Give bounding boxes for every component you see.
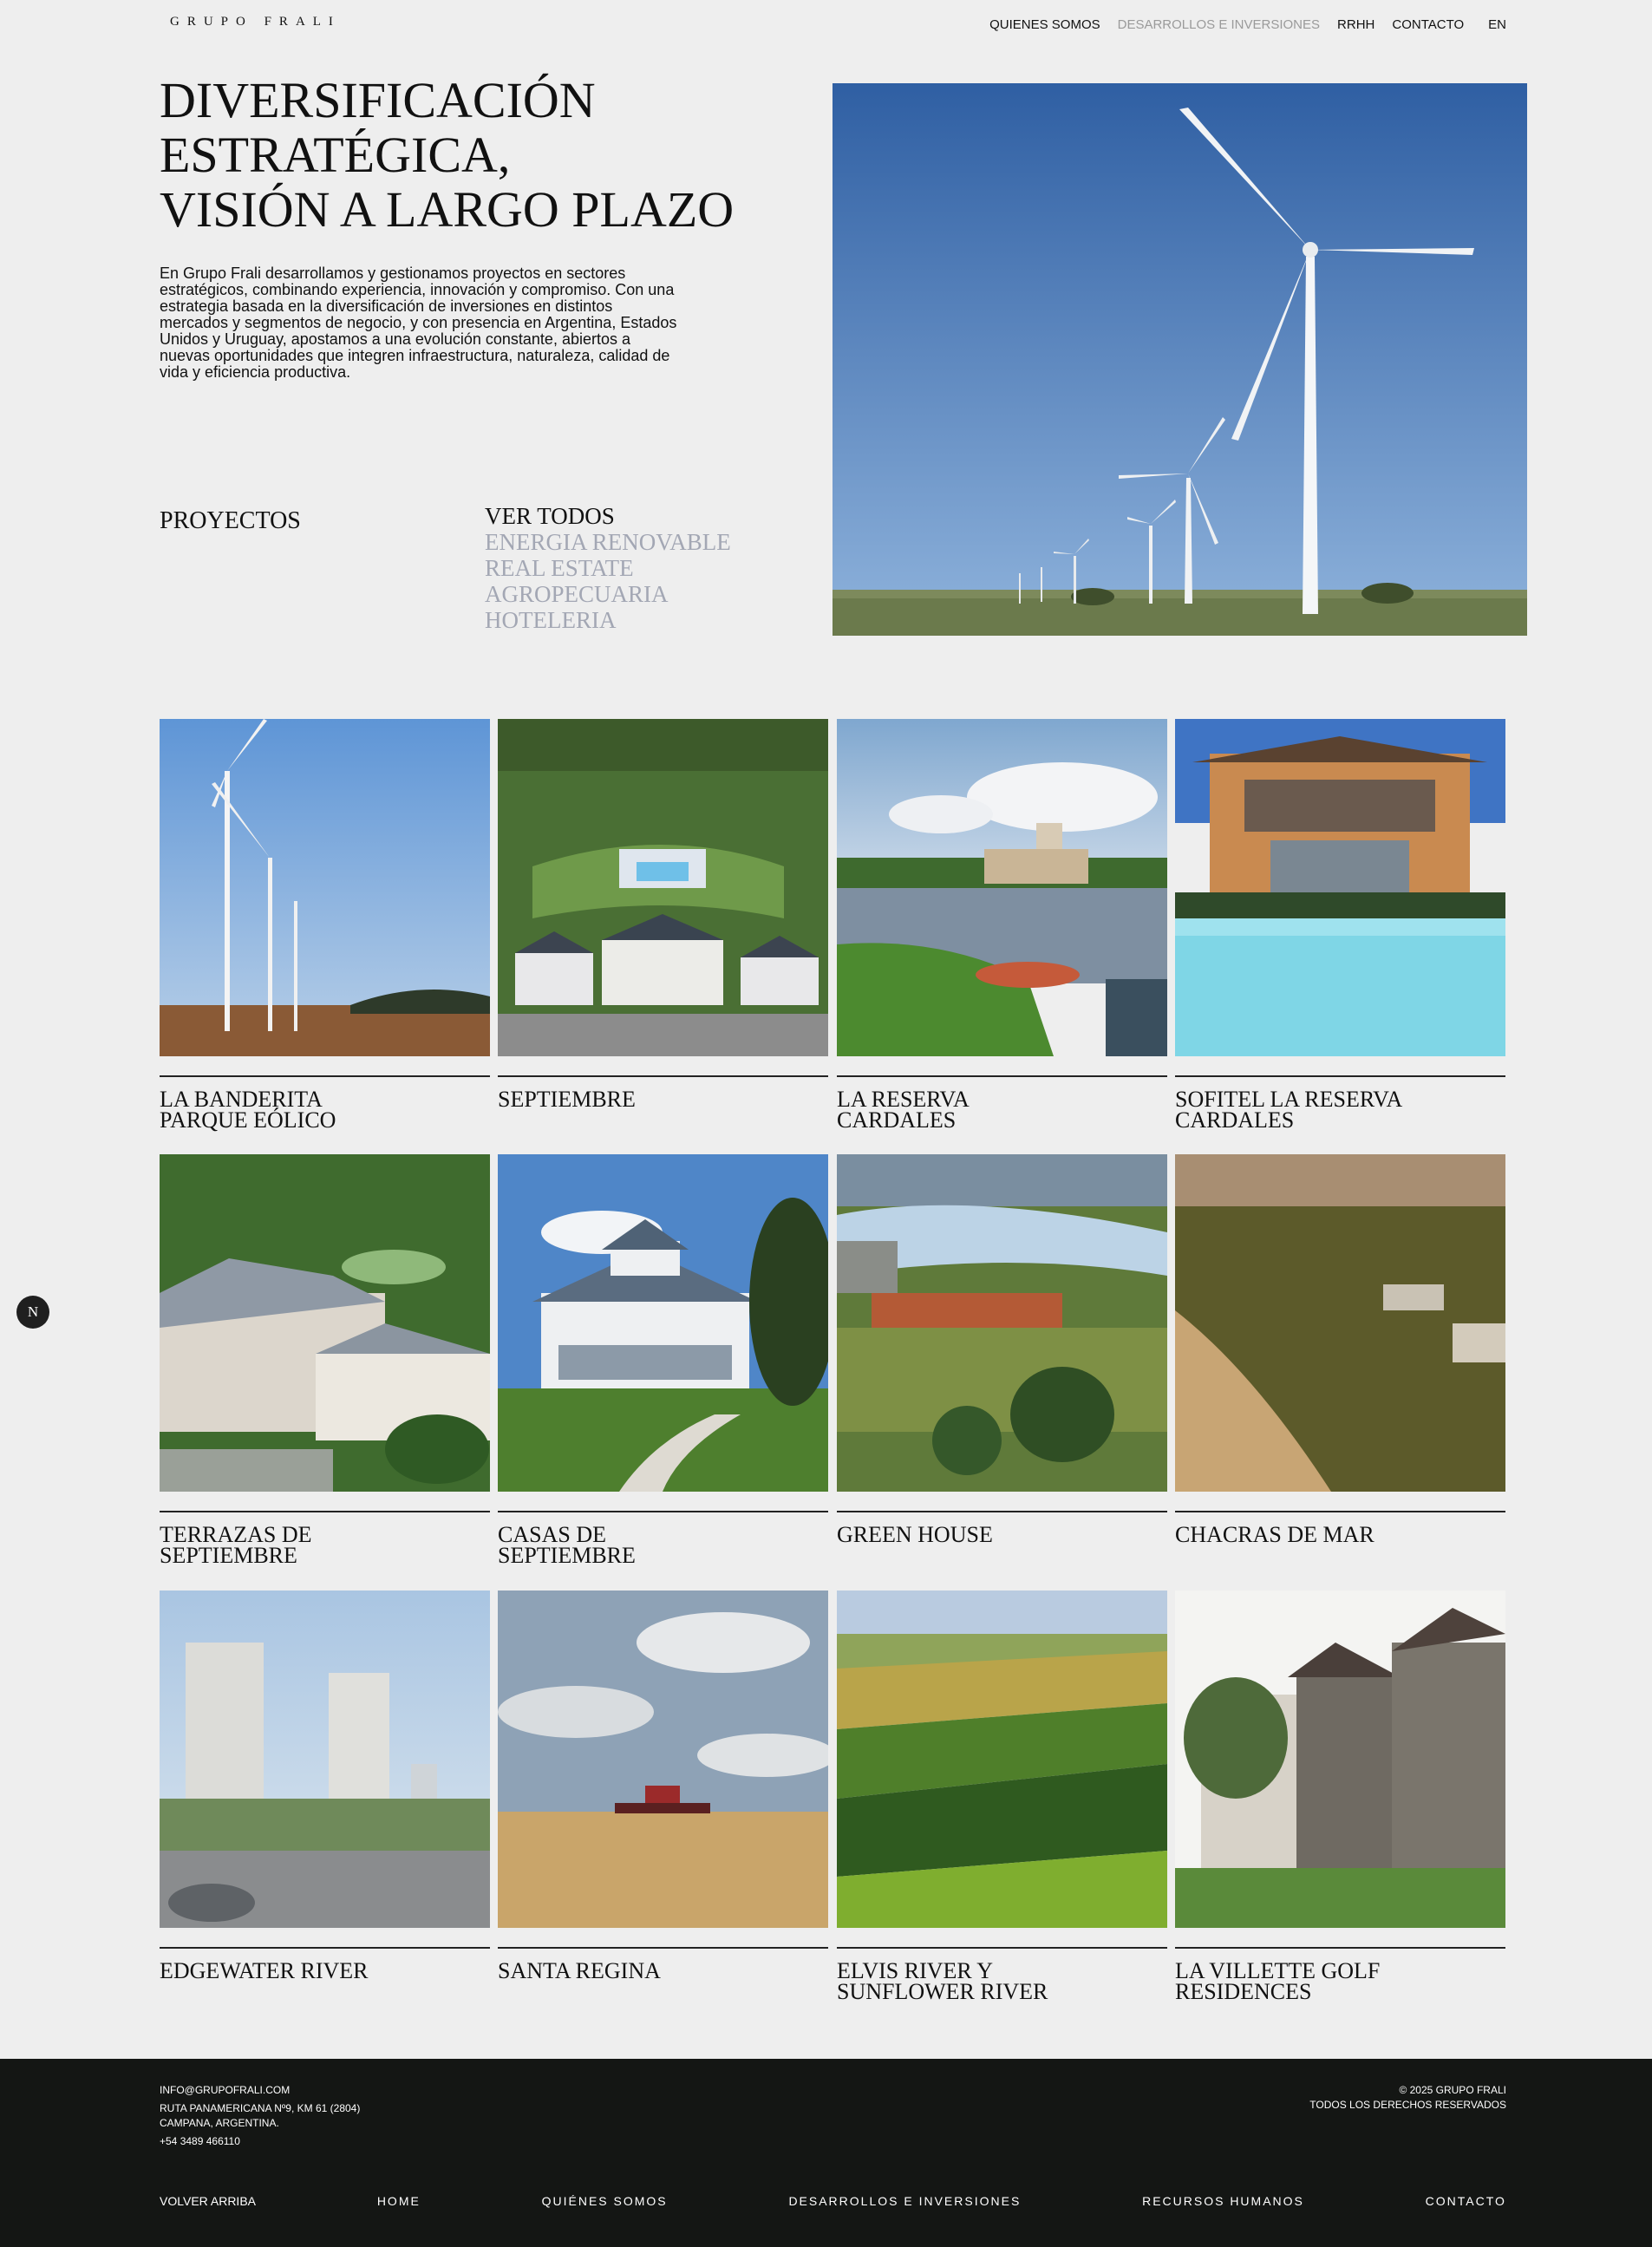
- hero-title: DIVERSIFICACIÓN ESTRATÉGICA, VISIÓN A LA…: [160, 73, 819, 237]
- project-title-line: PARQUE EÓLICO: [160, 1107, 336, 1133]
- footer-contact: INFO@GRUPOFRALI.COM RUTA PANAMERICANA Nº…: [160, 2083, 360, 2152]
- project-image: [1175, 1591, 1505, 1928]
- hero-title-line: VISIÓN A LARGO PLAZO: [160, 181, 735, 238]
- card-divider: [160, 1075, 490, 1077]
- card-divider: [1175, 1947, 1505, 1949]
- project-title-line: CARDALES: [1175, 1107, 1295, 1133]
- projects-label: PROYECTOS: [160, 507, 301, 534]
- project-image: [498, 719, 828, 1056]
- project-title-line: SANTA REGINA: [498, 1958, 661, 1983]
- project-title-line: RESIDENCES: [1175, 1979, 1312, 2004]
- copyright-text: © 2025 GRUPO FRALI: [1399, 2084, 1506, 2096]
- project-card-la-banderita[interactable]: LA BANDERITA PARQUE EÓLICO: [160, 719, 490, 1133]
- main-nav: QUIENES SOMOS DESARROLLOS E INVERSIONES …: [989, 17, 1506, 32]
- hero-title-line: ESTRATÉGICA,: [160, 127, 511, 183]
- hero-description: En Grupo Frali desarrollamos y gestionam…: [160, 265, 677, 381]
- project-title-line: SEPTIEMBRE: [498, 1543, 636, 1568]
- project-card-chacras-de-mar[interactable]: CHACRAS DE MAR: [1175, 1154, 1505, 1547]
- project-image: [1175, 719, 1505, 1056]
- footer-link-contacto[interactable]: CONTACTO: [1426, 2194, 1506, 2208]
- project-title-line: SUNFLOWER RIVER: [837, 1979, 1048, 2004]
- project-title-line: GREEN HOUSE: [837, 1522, 993, 1547]
- nav-quienes-somos[interactable]: QUIENES SOMOS: [989, 17, 1100, 32]
- card-divider: [837, 1947, 1167, 1949]
- card-divider: [837, 1075, 1167, 1077]
- project-card-santa-regina[interactable]: SANTA REGINA: [498, 1591, 828, 1982]
- project-title: SEPTIEMBRE: [498, 1087, 828, 1112]
- project-title: LA BANDERITA PARQUE EÓLICO: [160, 1088, 490, 1133]
- project-card-sofitel[interactable]: SOFITEL LA RESERVA CARDALES: [1175, 719, 1505, 1133]
- filter-real-estate[interactable]: REAL ESTATE: [485, 555, 731, 581]
- floating-n-badge[interactable]: N: [16, 1296, 49, 1329]
- project-image: [837, 1154, 1167, 1492]
- footer-copyright: © 2025 GRUPO FRALI TODOS LOS DERECHOS RE…: [1309, 2083, 1506, 2113]
- project-card-septiembre[interactable]: SEPTIEMBRE: [498, 719, 828, 1112]
- project-title-line: EDGEWATER RIVER: [160, 1958, 369, 1983]
- project-title-line: SEPTIEMBRE: [160, 1543, 297, 1568]
- footer-link-home[interactable]: HOME: [377, 2194, 421, 2208]
- footer-links: VOLVER ARRIBA HOME QUIÉNES SOMOS DESARRO…: [160, 2194, 1506, 2208]
- footer-link-recursos-humanos[interactable]: RECURSOS HUMANOS: [1142, 2194, 1304, 2208]
- footer-address-line: CAMPANA, ARGENTINA.: [160, 2117, 279, 2129]
- project-title-line: SEPTIEMBRE: [498, 1087, 636, 1112]
- filter-agropecuaria[interactable]: AGROPECUARIA: [485, 581, 731, 607]
- project-image: [498, 1591, 828, 1928]
- project-title: ELVIS RIVER Y SUNFLOWER RIVER: [837, 1960, 1167, 2004]
- project-card-green-house[interactable]: GREEN HOUSE: [837, 1154, 1167, 1547]
- project-title: LA VILLETTE GOLF RESIDENCES: [1175, 1960, 1505, 2004]
- project-card-terrazas-de-septiembre[interactable]: TERRAZAS DE SEPTIEMBRE: [160, 1154, 490, 1568]
- project-image: [160, 1591, 490, 1928]
- card-divider: [498, 1947, 828, 1949]
- filter-energia-renovable[interactable]: ENERGIA RENOVABLE: [485, 529, 731, 555]
- footer: INFO@GRUPOFRALI.COM RUTA PANAMERICANA Nº…: [0, 2059, 1652, 2247]
- project-title: CASAS DE SEPTIEMBRE: [498, 1524, 828, 1568]
- card-divider: [498, 1511, 828, 1512]
- footer-phone[interactable]: +54 3489 466110: [160, 2134, 360, 2149]
- card-divider: [1175, 1075, 1505, 1077]
- project-title: SANTA REGINA: [498, 1958, 828, 1983]
- footer-link-desarrollos[interactable]: DESARROLLOS E INVERSIONES: [788, 2194, 1021, 2208]
- project-title: CHACRAS DE MAR: [1175, 1522, 1505, 1547]
- nav-contacto[interactable]: CONTACTO: [1392, 17, 1464, 32]
- hero-title-line: DIVERSIFICACIÓN: [160, 72, 596, 128]
- brand-logo[interactable]: GRUPO FRALI: [170, 15, 341, 29]
- language-toggle[interactable]: EN: [1488, 17, 1506, 32]
- project-title: TERRAZAS DE SEPTIEMBRE: [160, 1524, 490, 1568]
- project-title-line: CARDALES: [837, 1107, 957, 1133]
- card-divider: [160, 1947, 490, 1949]
- project-image: [498, 1154, 828, 1492]
- project-card-la-villette[interactable]: LA VILLETTE GOLF RESIDENCES: [1175, 1591, 1505, 2004]
- nav-rrhh[interactable]: RRHH: [1337, 17, 1374, 32]
- project-image: [160, 719, 490, 1056]
- footer-link-volver-arriba[interactable]: VOLVER ARRIBA: [160, 2194, 256, 2208]
- footer-address-line: RUTA PANAMERICANA Nº9, KM 61 (2804): [160, 2102, 361, 2114]
- project-image: [837, 1591, 1167, 1928]
- footer-link-quienes-somos[interactable]: QUIÉNES SOMOS: [542, 2194, 668, 2208]
- card-divider: [498, 1075, 828, 1077]
- project-title: SOFITEL LA RESERVA CARDALES: [1175, 1088, 1505, 1133]
- card-divider: [1175, 1511, 1505, 1512]
- project-title-line: CHACRAS DE MAR: [1175, 1522, 1374, 1547]
- project-card-elvis-river[interactable]: ELVIS RIVER Y SUNFLOWER RIVER: [837, 1591, 1167, 2004]
- project-card-edgewater-river[interactable]: EDGEWATER RIVER: [160, 1591, 490, 1982]
- project-title: LA RESERVA CARDALES: [837, 1088, 1167, 1133]
- project-card-casas-de-septiembre[interactable]: CASAS DE SEPTIEMBRE: [498, 1154, 828, 1568]
- nav-desarrollos[interactable]: DESARROLLOS E INVERSIONES: [1118, 17, 1320, 32]
- footer-address: RUTA PANAMERICANA Nº9, KM 61 (2804) CAMP…: [160, 2101, 360, 2131]
- project-image: [837, 719, 1167, 1056]
- card-divider: [160, 1511, 490, 1512]
- filter-hoteleria[interactable]: HOTELERIA: [485, 607, 731, 633]
- project-image: [1175, 1154, 1505, 1492]
- rights-text: TODOS LOS DERECHOS RESERVADOS: [1309, 2099, 1506, 2111]
- card-divider: [837, 1511, 1167, 1512]
- hero-wind-turbine-image: [833, 83, 1527, 636]
- project-filters: VER TODOS ENERGIA RENOVABLE REAL ESTATE …: [485, 503, 731, 633]
- project-title: EDGEWATER RIVER: [160, 1958, 490, 1983]
- footer-email[interactable]: INFO@GRUPOFRALI.COM: [160, 2083, 360, 2098]
- project-title: GREEN HOUSE: [837, 1522, 1167, 1547]
- project-image: [160, 1154, 490, 1492]
- filter-ver-todos[interactable]: VER TODOS: [485, 503, 731, 529]
- project-card-la-reserva-cardales[interactable]: LA RESERVA CARDALES: [837, 719, 1167, 1133]
